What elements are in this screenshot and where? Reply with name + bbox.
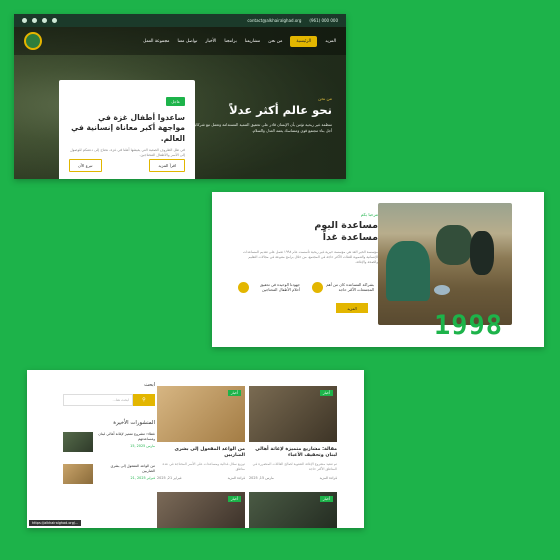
hero-description: منظمة غير ربحية تؤمن بأن الإنسان قادر عل… <box>186 122 332 133</box>
read-more-link[interactable]: قراءة المزيد <box>320 476 337 480</box>
post-image: أخبار <box>157 492 245 528</box>
nav-item-news[interactable]: الأخبار <box>205 39 216 44</box>
more-button[interactable]: المزيد <box>336 303 368 313</box>
feature-text: جهودنا الوحيدة في تحقيق أحلام الأطفال ال… <box>260 281 300 292</box>
post-badge: أخبار <box>227 390 241 396</box>
about-tag: مرحبا بكم <box>360 212 378 217</box>
post-excerpt: توزيع سلال غذائية ومساعدات على الأسر الم… <box>162 462 245 472</box>
read-more-link[interactable]: قراءة المزيد <box>228 476 245 480</box>
status-bar-url: https://alkhairalghad.org/... <box>29 520 82 526</box>
post-badge: أخبار <box>227 496 241 502</box>
about-text: مرحبا بكم مساعدة اليوم مساعدة غداً مؤسسة… <box>238 212 378 265</box>
about-title-line1: مساعدة اليوم <box>314 220 378 231</box>
recent-post-item[interactable]: من الواعد المفعول إلى بشرى الضاربين فبرا… <box>63 464 155 484</box>
main-navigation: المزيد الرئيسية من نحن مشاريعنا برامجنا … <box>14 27 346 55</box>
blog-section-screenshot: ابحث ابحث هنا... ⚲ المنشورات الأخيرة غطا… <box>27 370 364 528</box>
site-logo[interactable] <box>24 32 42 50</box>
twitter-icon[interactable] <box>32 18 37 23</box>
recent-post-thumbnail <box>63 432 93 452</box>
founding-year: 1998 <box>434 310 504 341</box>
feature-item: جهودنا الوحيدة في تحقيق أحلام الأطفال ال… <box>238 282 300 293</box>
blog-post-card[interactable]: أخبار من الواعد المفعول إلى بشرى الضاربي… <box>157 386 245 480</box>
nav-item-contact[interactable]: تواصل معنا <box>177 39 197 44</box>
feature-item: بشراكة المساعدة كان من أهم المجتمعات الأ… <box>312 282 374 293</box>
post-title[interactable]: مقالة: مشاريع متميزة لإغاثة أهالي لبنان … <box>249 447 337 459</box>
donate-now-button[interactable]: تبرع الآن <box>69 159 102 172</box>
volunteer-figure <box>436 225 472 265</box>
campaign-title: ساعدوا أطفال غزة في مواجهة أكبر معاناة إ… <box>71 113 185 143</box>
post-badge: أخبار <box>319 496 333 502</box>
post-excerpt: تم تنفيذ مشروع الإغاثة الشتوية لصالح الع… <box>252 462 337 472</box>
post-date: مارس 15, 2025 <box>249 475 274 480</box>
blog-post-card[interactable]: أخبار <box>249 492 337 528</box>
nav-item-team[interactable]: مجموعة العمل <box>143 39 169 44</box>
recent-post-date: مارس 2025 ,15 <box>130 443 155 448</box>
recent-posts-heading: المنشورات الأخيرة <box>113 420 155 426</box>
hero-text: من نحن نحو عالم أكثر عدلاً منظمة غير ربح… <box>182 96 332 133</box>
feature-text: بشراكة المساعدة كان من أهم المجتمعات الأ… <box>326 281 374 292</box>
handshake-icon <box>238 282 249 293</box>
recent-post-title[interactable]: غطاء: مشروع متميز لإغاثة أهالي لبنان ومس… <box>97 432 155 442</box>
nav-item-about[interactable]: من نحن <box>268 39 282 44</box>
youtube-icon[interactable] <box>52 18 57 23</box>
hero-tag: من نحن <box>318 96 332 101</box>
post-badge: أخبار <box>319 390 333 396</box>
instagram-icon[interactable] <box>42 18 47 23</box>
nav-item-more[interactable]: المزيد <box>325 39 336 44</box>
blog-post-card[interactable]: أخبار مقالة: مشاريع متميزة لإغاثة أهالي … <box>249 386 337 480</box>
about-section-screenshot: 1998 مرحبا بكم مساعدة اليوم مساعدة غداً … <box>212 192 544 347</box>
recent-post-title[interactable]: من الواعد المفعول إلى بشرى الضاربين <box>97 464 156 474</box>
email-link[interactable]: contact@alkhairalghad.org <box>247 18 301 23</box>
volunteers-photo <box>378 203 512 325</box>
nav-item-projects[interactable]: مشاريعنا <box>245 39 260 44</box>
campaign-text: في ظل الظروف الصعبة التي يعيشها أهلنا في… <box>69 147 185 157</box>
post-image: أخبار <box>249 492 337 528</box>
volunteer-figure <box>470 231 494 275</box>
nav-item-programs[interactable]: برامجنا <box>224 39 236 44</box>
top-bar: contact@alkhairalghad.org (961) 000 000 <box>14 14 346 27</box>
about-title: مساعدة اليوم مساعدة غداً <box>238 220 378 244</box>
blog-sidebar: ابحث ابحث هنا... ⚲ المنشورات الأخيرة غطا… <box>63 382 155 484</box>
facebook-icon[interactable] <box>22 18 27 23</box>
search-input[interactable]: ابحث هنا... <box>63 394 133 406</box>
post-title[interactable]: من الواعد المفعول إلى بشرى الضاربين <box>157 447 245 459</box>
about-description: مؤسسة الخير الغد هي مؤسسة خيرية غير ربحي… <box>243 249 378 264</box>
recent-post-date: فبراير 2025 ,21 <box>130 475 155 480</box>
search-icon[interactable]: ⚲ <box>133 394 155 406</box>
about-title-line2: مساعدة غداً <box>322 231 378 243</box>
glove-detail <box>434 285 450 295</box>
hand-heart-icon <box>312 282 323 293</box>
phone-link[interactable]: (961) 000 000 <box>309 18 338 23</box>
search-heading: ابحث <box>144 382 155 388</box>
post-date: فبراير 21, 2025 <box>157 475 182 480</box>
social-links <box>22 18 57 23</box>
volunteer-figure <box>386 241 430 301</box>
read-more-button[interactable]: اقرأ المزيد <box>149 159 185 172</box>
nav-item-home[interactable]: الرئيسية <box>290 35 318 47</box>
recent-post-thumbnail <box>63 464 93 484</box>
campaign-badge: عاجل <box>166 97 185 106</box>
search-box: ابحث هنا... ⚲ <box>63 394 155 406</box>
hero-section-screenshot: contact@alkhairalghad.org (961) 000 000 … <box>14 14 346 179</box>
campaign-card: عاجل ساعدوا أطفال غزة في مواجهة أكبر معا… <box>59 80 195 179</box>
nav-menu: المزيد الرئيسية من نحن مشاريعنا برامجنا … <box>143 35 336 47</box>
blog-post-card[interactable]: أخبار <box>157 492 245 528</box>
hero-title: نحو عالم أكثر عدلاً <box>229 103 332 117</box>
post-image: أخبار <box>157 386 245 442</box>
post-image: أخبار <box>249 386 337 442</box>
contact-info: contact@alkhairalghad.org (961) 000 000 <box>247 18 338 23</box>
recent-post-item[interactable]: غطاء: مشروع متميز لإغاثة أهالي لبنان ومس… <box>63 432 155 452</box>
